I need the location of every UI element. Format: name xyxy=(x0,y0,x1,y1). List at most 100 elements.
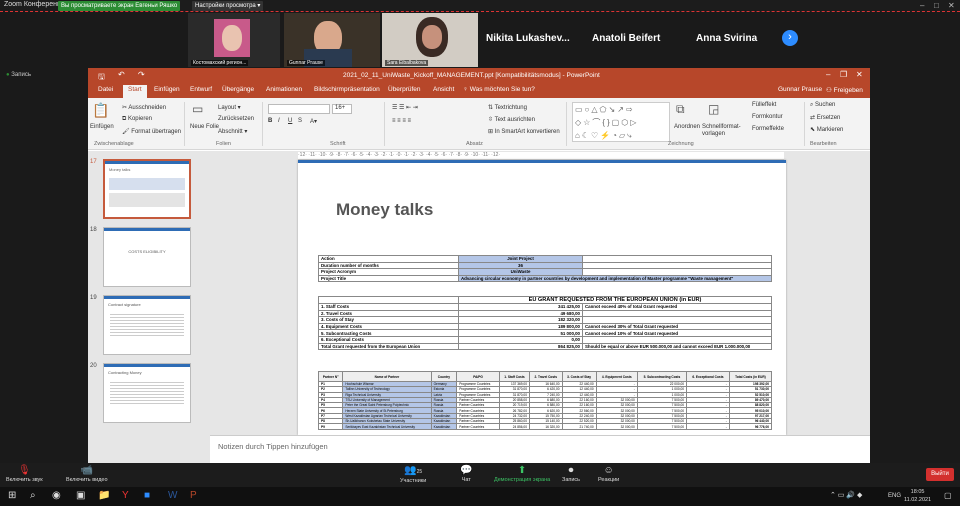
thumb-title: Contract signature xyxy=(108,302,141,307)
explorer-icon[interactable]: 📁 xyxy=(98,490,110,502)
save-icon[interactable]: 🖫 xyxy=(98,71,105,85)
new-slide-button[interactable]: Neue Folie xyxy=(190,124,219,130)
participant-name-tile[interactable]: Anatoli Beifert xyxy=(592,33,660,44)
search-icon[interactable]: ⌕ xyxy=(30,490,36,502)
record-dot-icon: ● xyxy=(6,72,10,78)
chrome-icon[interactable]: ◉ xyxy=(52,490,61,502)
next-page-icon[interactable]: › xyxy=(782,30,798,46)
align-text-button[interactable]: ⇳ Text ausrichten xyxy=(488,116,535,123)
user-name[interactable]: Gunnar Prause xyxy=(778,86,822,93)
chat-button[interactable]: 💬 Чат xyxy=(460,465,472,483)
slide-thumbnail[interactable]: Money talks xyxy=(103,159,191,219)
share-screen-button[interactable]: ⬆ Демонстрация экрана xyxy=(494,465,550,483)
restore-icon[interactable]: ❐ xyxy=(840,70,847,79)
tab-uebergaenge[interactable]: Übergänge xyxy=(222,86,254,93)
tab-animationen[interactable]: Animationen xyxy=(266,86,302,93)
tray-icons[interactable]: ⌃ ▭ 🔊 ◆ xyxy=(830,490,862,502)
current-slide[interactable]: Money talks Action Joint Project Duration … xyxy=(298,160,786,435)
table-row: 5. Subcontracting Costs 51 000,00 Cannot e… xyxy=(318,329,772,337)
quick-styles-icon[interactable]: ◲ xyxy=(708,102,719,116)
tab-entwurf[interactable]: Entwurf xyxy=(190,86,212,93)
share-button[interactable]: ⚇ Freigeben xyxy=(826,86,863,94)
paste-icon[interactable]: 📋 xyxy=(92,102,109,119)
format-painter-button[interactable]: 🖌 Format übertragen xyxy=(122,128,181,135)
reset-button[interactable]: Zurücksetzen xyxy=(218,116,254,122)
tab-ueberpruefen[interactable]: Überprüfen xyxy=(388,86,421,93)
cut-button[interactable]: ✂ Ausschneiden xyxy=(122,104,166,111)
section-button[interactable]: Abschnitt ▾ xyxy=(218,128,247,135)
taskbar-clock[interactable]: 18:05 11.02.2021 xyxy=(904,488,931,504)
slide-thumbnail[interactable]: COSTS ELIGIBILITY xyxy=(103,227,191,287)
effects-button[interactable]: Formeffekte xyxy=(752,126,784,132)
start-video-button[interactable]: 📹 Включить видео xyxy=(66,465,108,483)
language-indicator[interactable]: ENG xyxy=(888,490,901,502)
text-direction-button[interactable]: ⇅ Textrichtung xyxy=(488,104,527,111)
grant-value: 0,00 xyxy=(458,335,583,344)
shapes-gallery[interactable]: ▭○△⬠↘↗⇨ ◇☆⌒{}▢⬡▷ ⌂☾♡⚡◔▱⤷ xyxy=(572,102,670,142)
strikethrough-button[interactable]: S xyxy=(298,118,302,124)
slide-thumbnail[interactable]: Contract signature xyxy=(103,295,191,355)
table-row: 4. Equipment Costs 189 800,00 Cannot excee… xyxy=(318,322,772,331)
project-value: Advancing circular economy in partner co… xyxy=(458,274,772,283)
copy-button[interactable]: ⧉ Kopieren xyxy=(122,116,152,123)
participant-video-2[interactable]: Gunnar Prause xyxy=(284,13,380,67)
word-icon[interactable]: W xyxy=(168,490,177,502)
participant-name-tile[interactable]: Nikita Lukashev... xyxy=(486,33,570,44)
tab-start[interactable]: Start xyxy=(123,85,147,98)
reactions-button[interactable]: ☺ Реакции xyxy=(598,465,619,483)
tab-bildschirmpraesentation[interactable]: Bildschirmpräsentation xyxy=(314,86,380,93)
unmute-button[interactable]: 🎙 Включить звук xyxy=(6,465,43,483)
find-button[interactable]: ⌕ Suchen xyxy=(810,102,835,109)
tab-ansicht[interactable]: Ansicht xyxy=(433,86,454,93)
tab-datei[interactable]: Datei xyxy=(98,86,113,93)
project-value: UniWaste xyxy=(458,268,583,276)
font-size-field[interactable]: 16+ xyxy=(332,104,352,114)
bullets-icon[interactable]: ☰ ☰ ⇤ ⇥ xyxy=(392,104,418,111)
copy-icon: ⧉ xyxy=(122,116,127,122)
participants-button[interactable]: 👥25 Участники xyxy=(400,465,426,484)
participant-video-3[interactable]: Sara Eibalbakova xyxy=(382,13,478,67)
underline-button[interactable]: U xyxy=(288,118,292,124)
leave-button[interactable]: Выйти xyxy=(926,468,954,481)
yandex-icon[interactable]: Y xyxy=(122,490,129,502)
zoom-icon[interactable]: ■ xyxy=(144,490,150,502)
minimize-icon[interactable]: – xyxy=(826,70,830,79)
tab-einfuegen[interactable]: Einfügen xyxy=(154,86,180,93)
notifications-icon[interactable]: ▢ xyxy=(944,490,952,502)
paste-button[interactable]: Einfügen xyxy=(90,124,114,130)
record-button[interactable]: ⏺ Запись xyxy=(562,465,580,483)
align-icons[interactable]: ≡ ≡ ≡ ≡ xyxy=(392,118,411,124)
notes-pane[interactable]: Notizen durch Tippen hinzufügen xyxy=(210,435,870,463)
arrange-button[interactable]: Anordnen xyxy=(674,124,700,130)
fill-button[interactable]: Fülleffekt xyxy=(752,102,776,108)
close-icon[interactable]: ✕ xyxy=(948,1,955,10)
reactions-label: Реакции xyxy=(598,477,620,483)
select-button[interactable]: ⬉ Markieren xyxy=(810,126,843,133)
bold-button[interactable]: B xyxy=(268,118,272,124)
tell-me-box[interactable]: ♀ Was möchten Sie tun? xyxy=(463,86,535,93)
outline-button[interactable]: Formkontur xyxy=(752,114,783,120)
italic-button[interactable]: I xyxy=(278,118,280,124)
slide-thumbnail[interactable]: Contracting Money xyxy=(103,363,191,423)
participant-video-1[interactable]: Костомахский регион... xyxy=(188,13,280,67)
slide-number: 20 xyxy=(90,363,97,369)
font-name-field[interactable] xyxy=(268,104,330,114)
view-options-button[interactable]: Настройки просмотра ▾ xyxy=(192,1,264,11)
new-slide-icon[interactable]: ▭ xyxy=(192,102,203,116)
quick-styles-button[interactable]: Schnellformat-vorlagen xyxy=(702,124,742,138)
arrange-icon[interactable]: ⧉ xyxy=(676,102,685,117)
redo-icon[interactable]: ↷ xyxy=(138,70,145,79)
replace-button[interactable]: ⇄ Ersetzen xyxy=(810,114,840,121)
task-view-icon[interactable]: ▣ xyxy=(76,490,85,502)
participant-name-tile[interactable]: Anna Svirina xyxy=(696,33,757,44)
powerpoint-icon[interactable]: P xyxy=(190,490,197,502)
layout-button[interactable]: Layout ▾ xyxy=(218,104,241,111)
smartart-button[interactable]: ⊞ In SmartArt konvertieren xyxy=(488,128,560,135)
maximize-icon[interactable]: □ xyxy=(934,1,939,10)
search-icon: ⌕ xyxy=(810,102,814,108)
font-color-icon[interactable]: A▾ xyxy=(310,118,317,125)
undo-icon[interactable]: ↶ xyxy=(118,70,125,79)
minimize-icon[interactable]: – xyxy=(920,1,924,10)
close-icon[interactable]: ✕ xyxy=(856,70,863,79)
windows-start-icon[interactable]: ⊞ xyxy=(8,490,16,502)
